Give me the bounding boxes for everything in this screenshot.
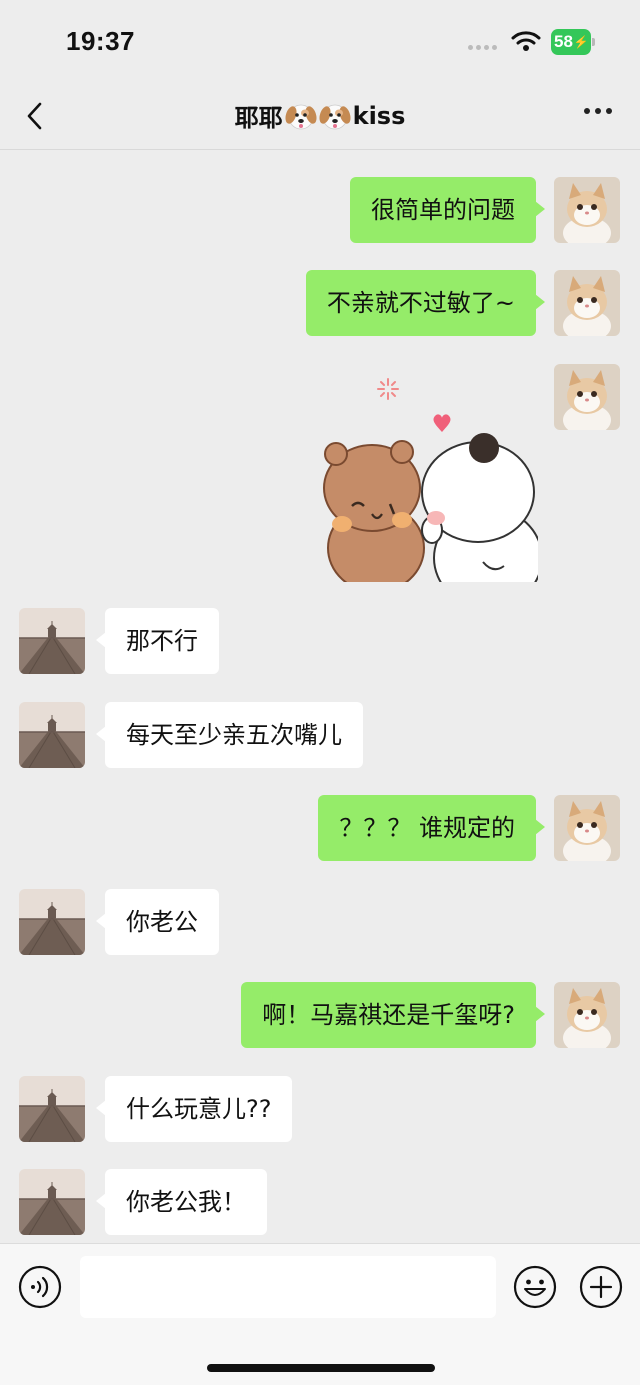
message-bubble[interactable]: 很简单的问题 xyxy=(350,177,545,243)
input-toolbar xyxy=(0,1243,640,1385)
my-avatar[interactable] xyxy=(554,177,620,243)
heart-icon xyxy=(433,414,451,432)
message-bubble[interactable]: 什么玩意儿?? xyxy=(95,1076,293,1142)
contact-avatar[interactable] xyxy=(19,702,85,768)
dog-face-icon xyxy=(319,104,351,129)
cellular-signal-icon xyxy=(468,45,497,50)
status-time: 19:37 xyxy=(66,26,135,56)
more-functions-button[interactable] xyxy=(579,1265,623,1309)
contact-avatar[interactable] xyxy=(19,608,85,674)
contact-avatar[interactable] xyxy=(19,1076,85,1142)
more-options-button[interactable] xyxy=(584,108,612,114)
message-bubble[interactable]: 你老公 xyxy=(96,889,219,955)
dog-face-icon xyxy=(285,104,317,129)
battery-icon: 58 ⚡ xyxy=(551,29,595,55)
contact-avatar[interactable] xyxy=(19,1169,85,1235)
message-bubble[interactable]: 不亲就不过敏了~ xyxy=(305,270,546,336)
emoji-button[interactable] xyxy=(513,1265,557,1309)
home-indicator[interactable] xyxy=(207,1364,435,1372)
my-avatar[interactable] xyxy=(554,364,620,430)
voice-input-button[interactable] xyxy=(18,1265,62,1309)
message-bubble[interactable]: 那不行 xyxy=(96,608,219,674)
wifi-icon xyxy=(511,31,541,51)
brown-bear-illustration xyxy=(323,440,425,582)
message-bubble[interactable]: ？？？ 谁规定的 xyxy=(318,795,545,861)
chat-title-prefix: 耶耶 xyxy=(234,104,283,132)
chat-header: 耶耶 kiss xyxy=(0,84,640,150)
message-list: 很简单的问题 不亲就不过敏了~ 那不行 每天至少亲五次嘴儿 ？？？ 谁规定的 你… xyxy=(0,150,640,1243)
message-bubble[interactable]: 你老公我！ xyxy=(96,1169,267,1235)
white-bear-illustration xyxy=(421,433,538,582)
my-avatar[interactable] xyxy=(554,982,620,1048)
sparkle-icon xyxy=(377,378,399,400)
message-bubble[interactable]: 啊！马嘉祺还是千玺呀? xyxy=(241,982,545,1048)
my-avatar[interactable] xyxy=(554,795,620,861)
chat-title-suffix: kiss xyxy=(352,101,406,130)
chat-title: 耶耶 kiss xyxy=(0,98,640,133)
message-bubble[interactable]: 每天至少亲五次嘴儿 xyxy=(96,702,363,768)
message-input[interactable] xyxy=(80,1256,496,1318)
my-avatar[interactable] xyxy=(554,270,620,336)
battery-level: 58 xyxy=(554,32,573,51)
status-bar: 19:37 58 ⚡ xyxy=(0,0,640,84)
bear-kiss-sticker[interactable] xyxy=(318,362,538,582)
contact-avatar[interactable] xyxy=(19,889,85,955)
